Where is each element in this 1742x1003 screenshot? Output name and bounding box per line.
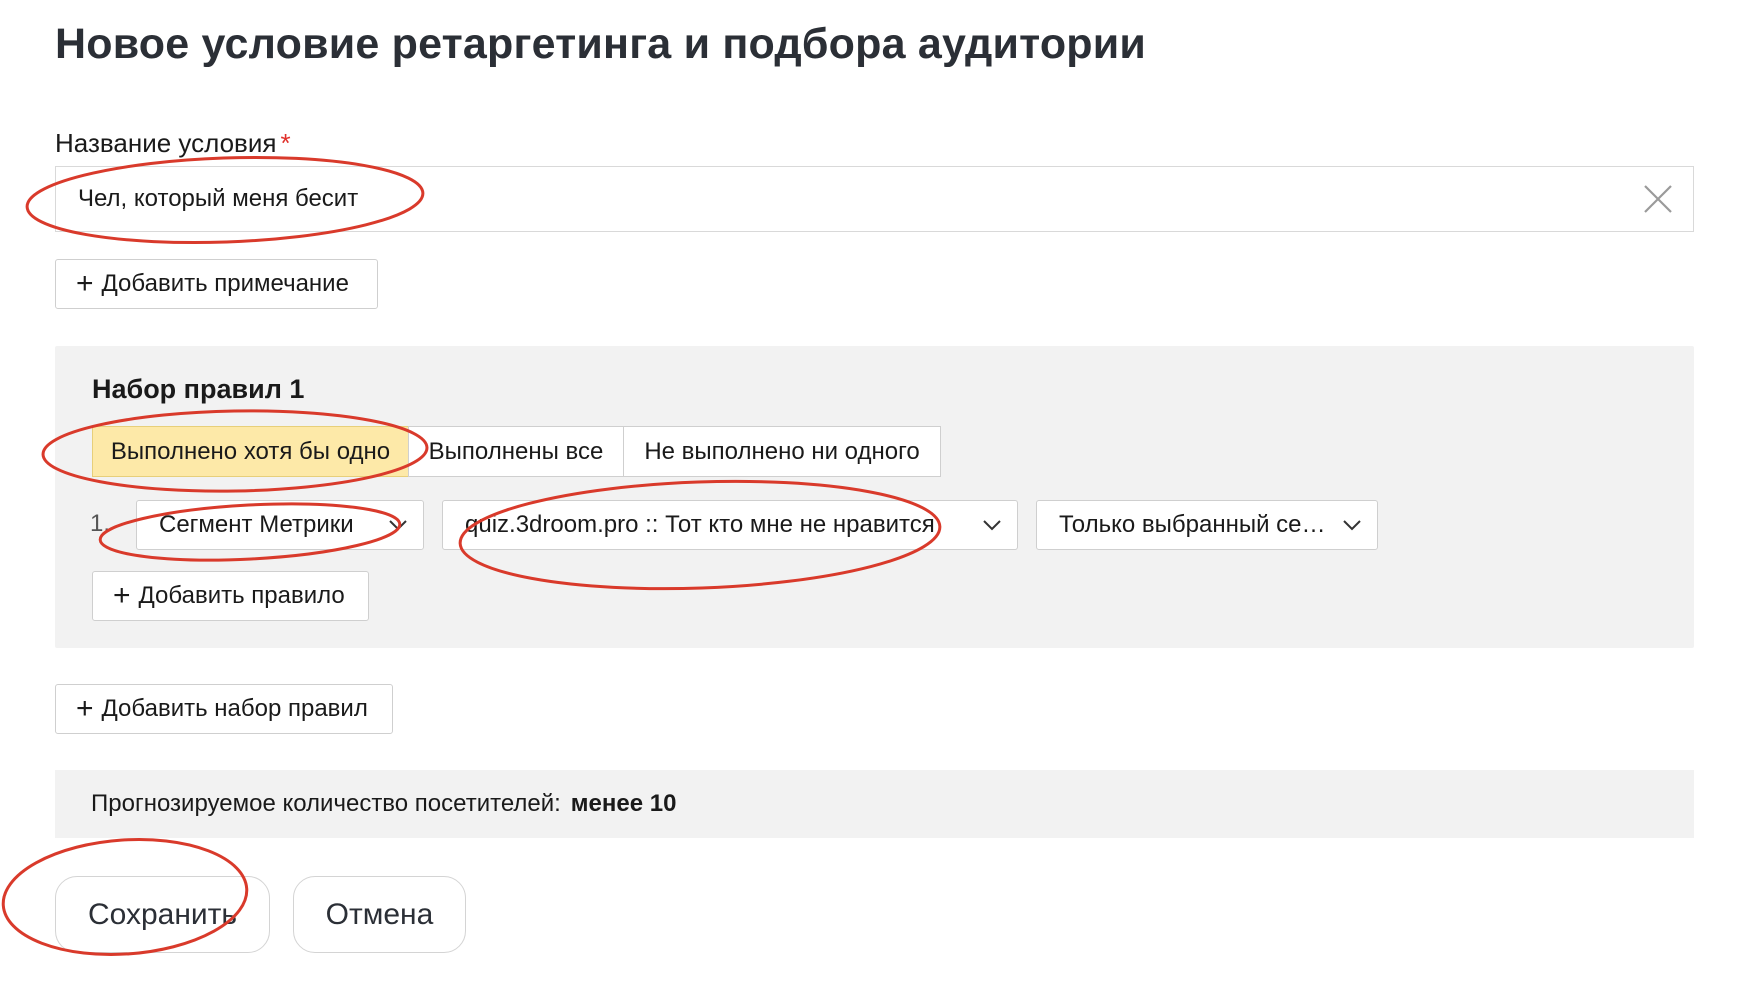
cancel-label: Отмена [325,897,434,931]
condition-name-field[interactable] [55,166,1694,232]
add-rule-label: Добавить правило [138,582,345,609]
cancel-button[interactable]: Отмена [293,876,466,953]
ruleset-title: Набор правил 1 [92,374,305,404]
add-note-button[interactable]: + Добавить примечание [55,259,378,309]
mode-all[interactable]: Выполнены все [408,426,624,477]
save-label: Сохранить [87,897,238,931]
segment-scope-value: Только выбранный сег... [1059,511,1327,538]
condition-name-input[interactable] [56,167,1638,231]
plus-icon: + [76,267,94,300]
add-ruleset-label: Добавить набор правил [101,695,368,722]
forecast-value: менее 10 [570,790,677,817]
audience-forecast: Прогнозируемое количество посетителей: м… [55,770,1694,838]
condition-name-label: Название условия * [55,128,291,159]
chevron-down-icon [1327,519,1377,531]
rule-type-select[interactable]: Сегмент Метрики [136,500,424,550]
plus-icon: + [113,579,131,612]
plus-icon: + [76,692,94,725]
rule-type-value: Сегмент Метрики [159,511,354,538]
mode-all-label: Выполнены все [428,437,604,465]
mode-none-label: Не выполнено ни одного [644,437,920,465]
mode-any[interactable]: Выполнено хотя бы одно [92,426,409,477]
segment-select[interactable]: quiz.3droom.pro :: Тот кто мне не нравит… [442,500,1018,550]
add-ruleset-button[interactable]: + Добавить набор правил [55,684,393,734]
condition-name-label-text: Название условия [55,128,277,158]
mode-none[interactable]: Не выполнено ни одного [623,426,941,477]
chevron-down-icon [373,519,423,531]
add-rule-button[interactable]: + Добавить правило [92,571,369,621]
close-icon[interactable] [1641,182,1675,216]
page-title: Новое условие ретаргетинга и подбора ауд… [55,20,1147,68]
required-mark: * [280,128,291,158]
segment-value: quiz.3droom.pro :: Тот кто мне не нравит… [465,511,935,538]
segment-scope-select[interactable]: Только выбранный сег... [1036,500,1378,550]
rule-number: 1. [90,510,111,537]
mode-any-label: Выполнено хотя бы одно [110,437,391,465]
forecast-label: Прогнозируемое количество посетителей: [91,790,561,817]
save-button[interactable]: Сохранить [55,876,270,953]
add-note-label: Добавить примечание [101,270,349,297]
chevron-down-icon [967,519,1017,531]
